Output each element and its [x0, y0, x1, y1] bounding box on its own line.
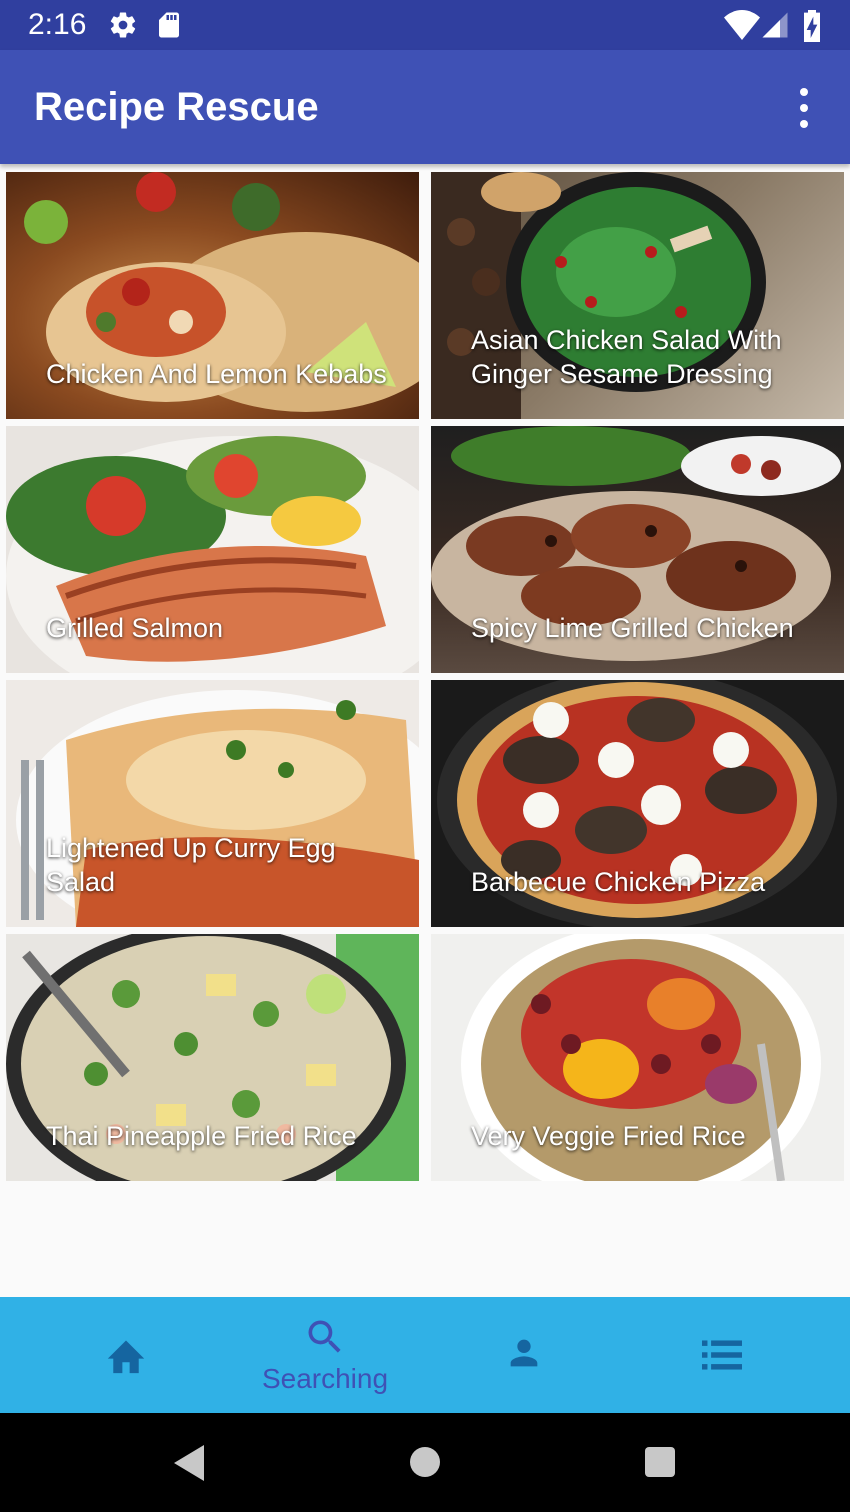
back-icon[interactable]	[170, 1443, 206, 1487]
battery-charging-icon	[800, 10, 824, 46]
recipe-card[interactable]: Very Veggie Fried Rice	[431, 934, 844, 1181]
bottom-navigation: Searching	[0, 1297, 850, 1413]
recipe-title: Spicy Lime Grilled Chicken	[471, 613, 794, 643]
app-bar: Recipe Rescue	[0, 50, 850, 164]
list-icon	[700, 1335, 744, 1379]
nav-item-label: Searching	[261, 1363, 389, 1394]
recipe-card[interactable]: Chicken And Lemon Kebabs	[6, 172, 419, 419]
system-navigation-bar	[0, 1413, 850, 1512]
overflow-menu-button[interactable]	[782, 80, 826, 136]
app-title: Recipe Rescue	[34, 85, 319, 129]
person-icon	[504, 1333, 544, 1377]
status-time: 2:16	[28, 8, 87, 41]
more-vert-icon	[800, 88, 808, 128]
recipe-title: Asian Chicken Salad With Ginger Sesame D…	[471, 325, 782, 389]
recipe-title: Thai Pineapple Fried Rice	[46, 1121, 357, 1151]
recipe-card[interactable]: Thai Pineapple Fried Rice	[6, 934, 419, 1181]
recipe-card[interactable]: Lightened Up Curry Egg Salad	[6, 680, 419, 927]
recipe-title: Grilled Salmon	[46, 613, 224, 643]
recipe-title: Lightened Up Curry Egg Salad	[46, 833, 336, 897]
sd-card-icon	[154, 10, 184, 44]
nav-item-search[interactable]: Searching	[225, 1297, 425, 1413]
cell-signal-icon	[760, 10, 790, 44]
home-icon	[104, 1335, 148, 1379]
nav-item-profile[interactable]	[424, 1297, 624, 1413]
recipe-card[interactable]: Spicy Lime Grilled Chicken	[431, 426, 844, 673]
search-icon	[303, 1315, 347, 1363]
screen: 2:16 Recipe Rescue Chicken And Lemon Keb…	[0, 0, 850, 1512]
recipe-title: Very Veggie Fried Rice	[471, 1121, 746, 1151]
recipe-card[interactable]: Barbecue Chicken Pizza	[431, 680, 844, 927]
recents-square-icon[interactable]	[643, 1445, 677, 1483]
settings-gear-icon	[108, 10, 138, 44]
status-bar: 2:16	[0, 0, 850, 50]
recipe-card[interactable]: Grilled Salmon	[6, 426, 419, 673]
recipe-title: Chicken And Lemon Kebabs	[46, 359, 387, 389]
wifi-icon	[724, 10, 760, 44]
nav-item-home[interactable]	[26, 1297, 226, 1413]
nav-item-list[interactable]	[622, 1297, 822, 1413]
recipe-title: Barbecue Chicken Pizza	[471, 867, 766, 897]
recipe-card[interactable]: Asian Chicken Salad With Ginger Sesame D…	[431, 172, 844, 419]
home-circle-icon[interactable]	[408, 1445, 442, 1483]
